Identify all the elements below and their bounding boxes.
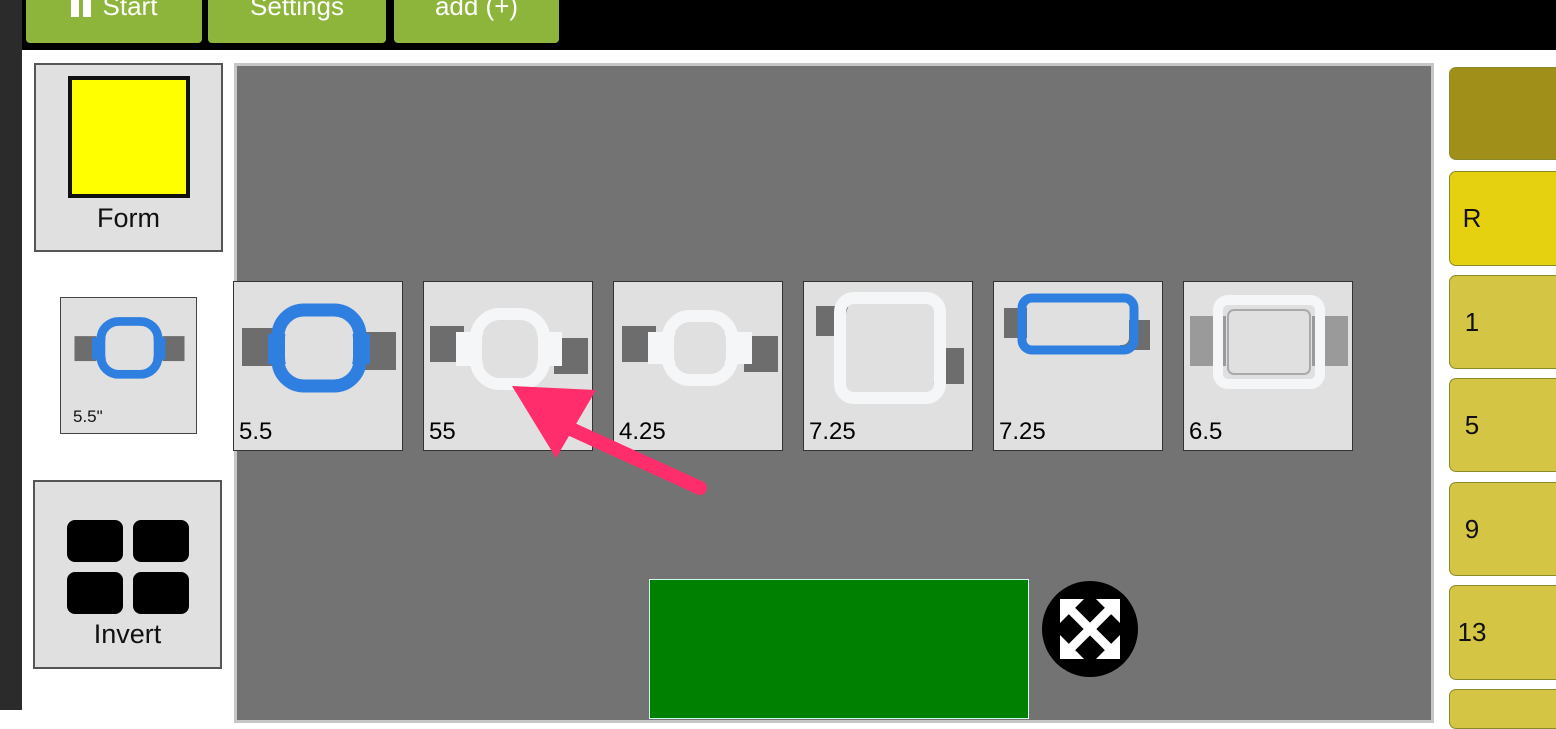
side-button-label: 1 bbox=[1464, 306, 1480, 337]
side-button-label: 13 bbox=[1457, 617, 1487, 647]
side-button-9[interactable]: 9 bbox=[1449, 482, 1556, 576]
side-button-r[interactable]: R bbox=[1449, 171, 1556, 266]
side-button-label: 5 bbox=[1464, 409, 1480, 440]
side-button-13[interactable]: 13 bbox=[1449, 585, 1556, 680]
side-button-next[interactable] bbox=[1449, 689, 1556, 729]
hoop-option[interactable]: 7.25 bbox=[993, 281, 1163, 451]
add-button[interactable]: add (+) bbox=[394, 0, 559, 43]
side-button-top[interactable] bbox=[1449, 67, 1556, 160]
side-button-5[interactable]: 5 bbox=[1449, 378, 1556, 472]
hoop-option[interactable]: 6.5 bbox=[1183, 281, 1353, 451]
settings-label: Settings bbox=[250, 0, 344, 21]
pause-icon bbox=[70, 0, 93, 17]
side-button-label: R bbox=[1462, 203, 1482, 233]
expand-button[interactable] bbox=[1042, 581, 1138, 677]
start-button[interactable]: Start bbox=[26, 0, 202, 43]
hoop-caption: 55 bbox=[429, 418, 456, 445]
selected-hoop-tile[interactable]: 5.5" bbox=[60, 297, 197, 434]
left-rail bbox=[0, 0, 22, 710]
hoop-icon bbox=[1004, 293, 1150, 355]
hoop-option[interactable]: 7.25 bbox=[803, 281, 973, 451]
hoop-option[interactable]: 4.25 bbox=[613, 281, 783, 451]
hoop-icon bbox=[622, 310, 778, 386]
hoop-icon bbox=[816, 292, 964, 404]
expand-arrows-icon bbox=[1060, 599, 1120, 659]
invert-label: Invert bbox=[93, 619, 162, 649]
settings-button[interactable]: Settings bbox=[208, 0, 386, 43]
form-tool-button[interactable]: Form bbox=[34, 63, 223, 252]
hoop-caption: 4.25 bbox=[619, 418, 666, 445]
hoop-caption: 5.5 bbox=[239, 418, 273, 445]
design-area[interactable] bbox=[649, 579, 1029, 719]
add-label: add (+) bbox=[434, 0, 519, 21]
grid-icon bbox=[66, 520, 189, 614]
hoop-icon bbox=[74, 317, 185, 379]
start-label: Start bbox=[102, 0, 158, 21]
invert-tool-button[interactable]: Invert bbox=[33, 480, 222, 669]
hoop-caption: 7.25 bbox=[999, 418, 1046, 445]
selected-hoop-caption: 5.5" bbox=[73, 407, 103, 426]
hoop-option[interactable]: 5.5 bbox=[233, 281, 403, 451]
hoop-icon bbox=[430, 308, 588, 390]
form-label: Form bbox=[97, 203, 160, 233]
hoop-caption: 7.25 bbox=[809, 418, 856, 445]
hoop-icon bbox=[242, 303, 396, 393]
hoop-icon bbox=[1190, 295, 1348, 389]
side-button-label: 9 bbox=[1464, 513, 1480, 544]
form-swatch bbox=[67, 76, 190, 198]
hoop-caption: 6.5 bbox=[1189, 418, 1223, 445]
side-button-1[interactable]: 1 bbox=[1449, 275, 1556, 369]
hoop-option[interactable]: 55 bbox=[423, 281, 593, 451]
